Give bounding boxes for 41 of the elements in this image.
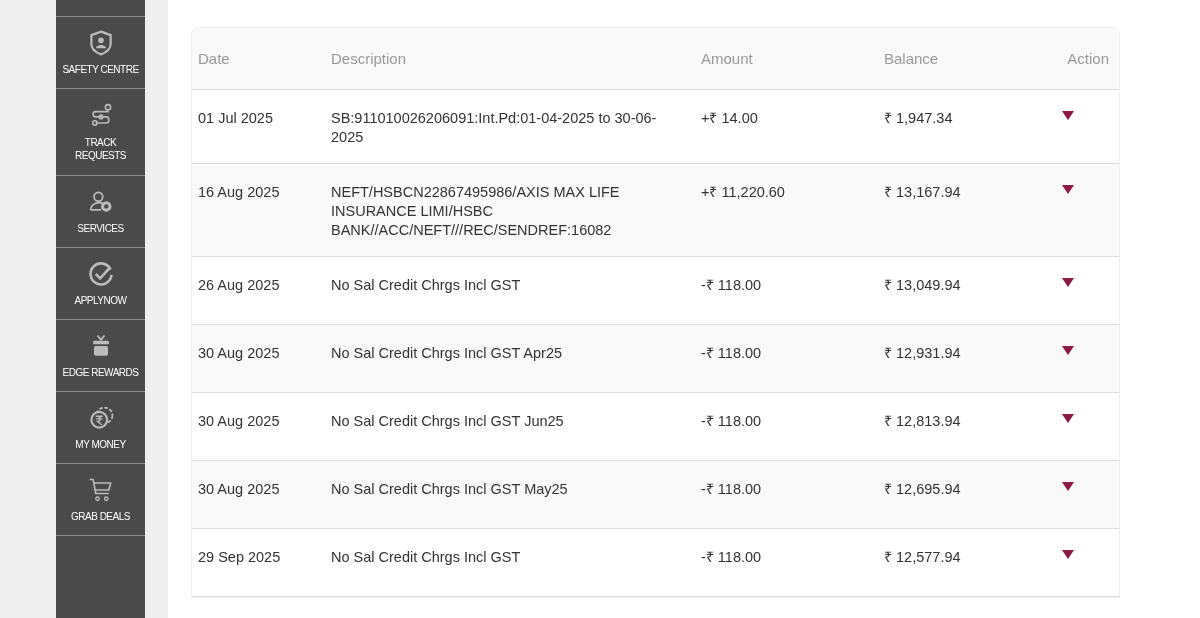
description-cell-text: SB:911010026206091:Int.Pd:01-04-2025 to 30-06-2025 <box>331 109 658 147</box>
amount-cell-text: +₹ 11,220.60 <box>701 183 786 202</box>
dropdown-caret-icon[interactable] <box>1062 346 1074 355</box>
balance-cell-text: ₹ 12,577.94 <box>884 548 962 567</box>
dropdown-caret-icon[interactable] <box>1062 278 1074 287</box>
amount-cell-text: -₹ 118.00 <box>701 548 763 567</box>
action-header: Action <box>1066 50 1110 67</box>
description-cell-text: No Sal Credit Chrgs Incl GST May25 <box>331 480 569 499</box>
description-cell-text: No Sal Credit Chrgs Incl GST <box>331 548 522 567</box>
amount-header: Amount <box>701 50 754 67</box>
date-cell-text: 26 Aug 2025 <box>197 276 281 295</box>
balance-cell-text: ₹ 1,947.34 <box>884 109 954 128</box>
dropdown-caret-icon[interactable] <box>1062 414 1074 423</box>
balance-header: Balance <box>884 50 940 67</box>
balance-cell-text: ₹ 13,049.94 <box>884 276 962 295</box>
date-cell-text: 16 Aug 2025 <box>197 183 281 202</box>
description-cell-text: NEFT/HSBCN22867495986/AXIS MAX LIFE INSURANCE LIMI/HSBC BANK//ACC/NEFT///REC/SENDREF:16082 <box>331 183 621 240</box>
date-cell-text: 30 Aug 2025 <box>197 480 281 499</box>
dropdown-caret-icon[interactable] <box>1062 550 1074 559</box>
balance-cell-text: ₹ 12,931.94 <box>884 344 962 363</box>
dropdown-caret-icon[interactable] <box>1062 185 1074 194</box>
balance-cell-text: ₹ 13,167.94 <box>884 183 962 202</box>
date-header: Date <box>197 50 231 67</box>
description-cell-text: No Sal Credit Chrgs Incl GST Apr25 <box>331 344 564 363</box>
description-header: Description <box>331 50 408 67</box>
date-cell-text: 01 Jul 2025 <box>197 109 274 128</box>
amount-cell-text: +₹ 14.00 <box>701 109 759 128</box>
amount-cell-text: -₹ 118.00 <box>701 412 763 431</box>
amount-cell-text: -₹ 118.00 <box>701 276 763 295</box>
balance-cell-text: ₹ 12,813.94 <box>884 412 962 431</box>
dropdown-caret-icon[interactable] <box>1062 111 1074 120</box>
dropdown-caret-icon[interactable] <box>1062 482 1074 491</box>
date-cell-text: 30 Aug 2025 <box>197 412 281 431</box>
date-cell-text: 29 Sep 2025 <box>197 548 282 567</box>
amount-cell-text: -₹ 118.00 <box>701 344 763 363</box>
description-cell-text: No Sal Credit Chrgs Incl GST Jun25 <box>331 412 565 431</box>
amount-cell-text: -₹ 118.00 <box>701 480 763 499</box>
check-circle-icon <box>86 260 115 288</box>
description-cell-text: No Sal Credit Chrgs Incl GST <box>331 276 522 295</box>
date-cell-text: 30 Aug 2025 <box>197 344 281 363</box>
balance-cell-text: ₹ 12,695.94 <box>884 480 962 499</box>
